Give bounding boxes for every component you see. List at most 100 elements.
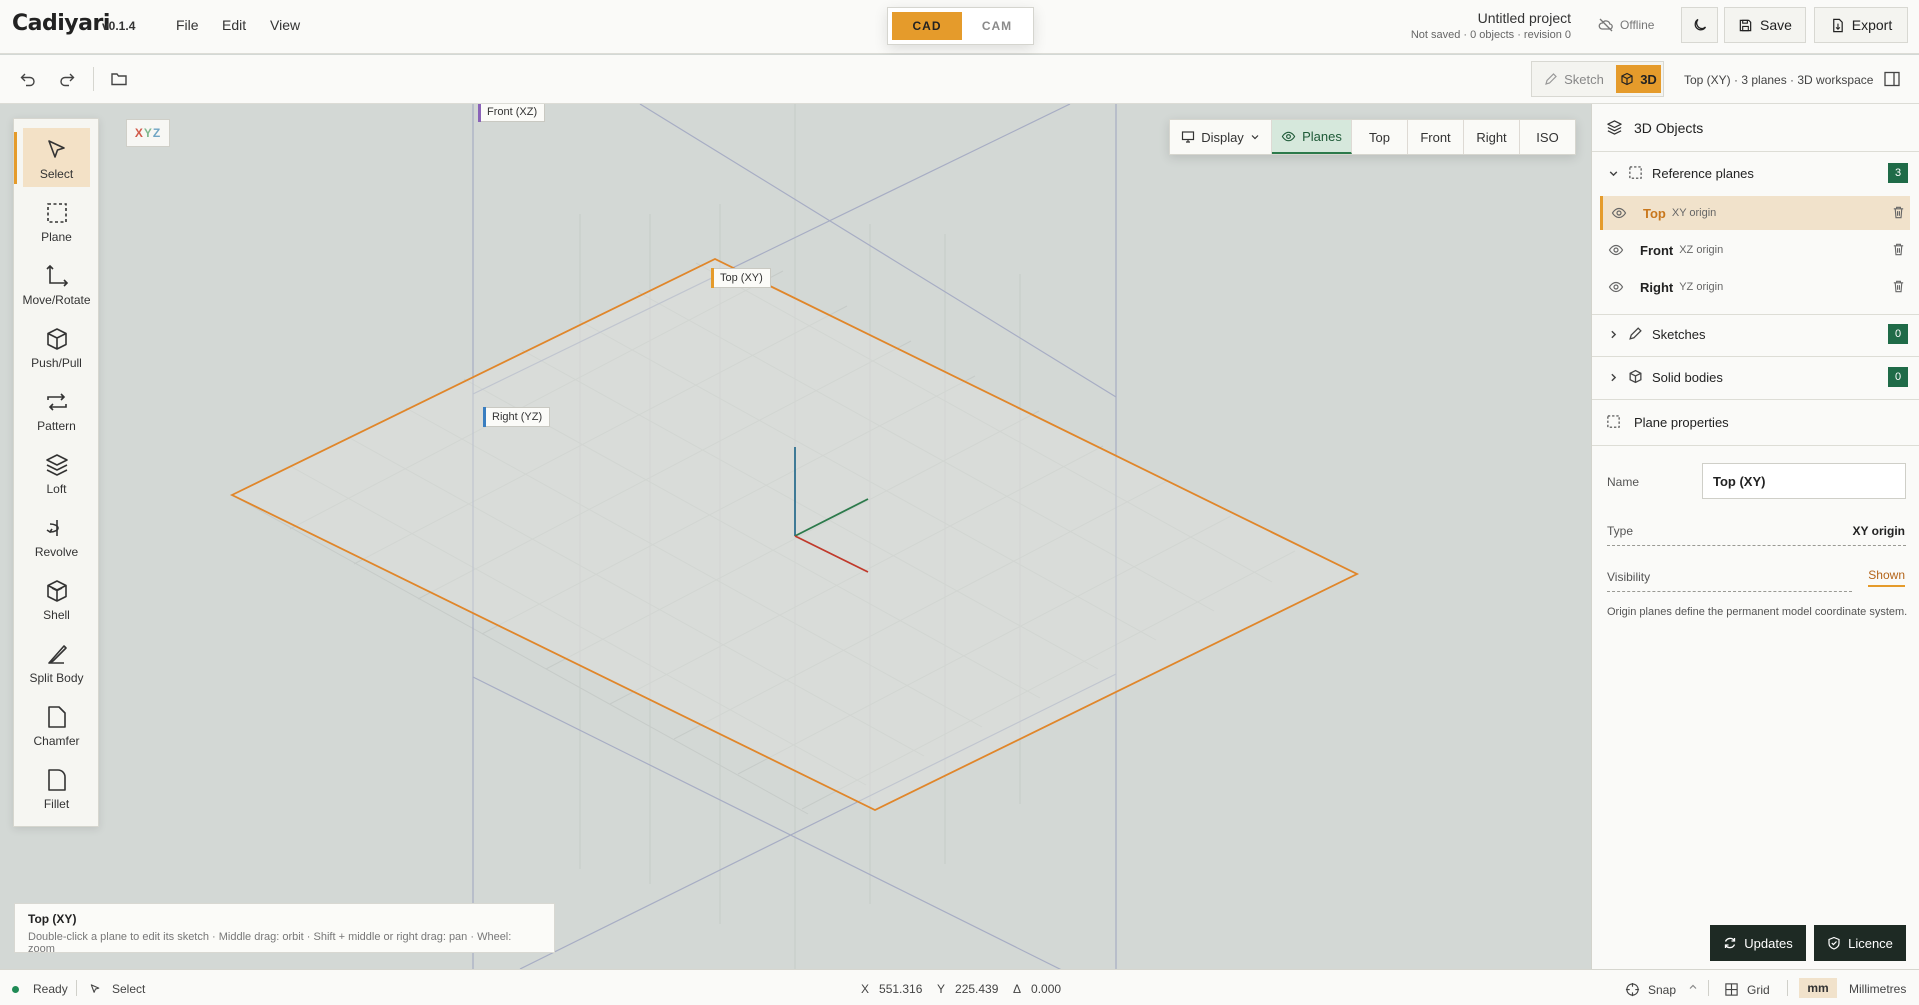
updates-label: Updates	[1744, 935, 1793, 951]
sketch-mode-button[interactable]: Sketch	[1535, 65, 1613, 93]
undo-button[interactable]	[18, 69, 38, 89]
tool-pattern[interactable]: Pattern	[23, 380, 90, 439]
eye-icon[interactable]	[1608, 242, 1624, 258]
mode-cad-button[interactable]: CAD	[892, 12, 962, 40]
threed-mode-label: 3D	[1640, 71, 1657, 87]
plane-row-top[interactable]: Top XY origin	[1600, 196, 1910, 230]
mode-cam-button[interactable]: CAM	[966, 12, 1028, 40]
sketches-header[interactable]: Sketches 0	[1592, 322, 1919, 346]
tool-loft[interactable]: Loft	[23, 443, 90, 502]
plane-tag-top[interactable]: Top (XY)	[711, 268, 771, 288]
tool-label: Pattern	[37, 419, 76, 433]
tool-revolve[interactable]: Revolve	[23, 506, 90, 565]
export-label: Export	[1851, 17, 1893, 33]
type-divider	[1607, 545, 1906, 546]
status-tool-label: Select	[112, 982, 146, 996]
plane-name: Top	[1643, 205, 1666, 221]
trash-icon[interactable]	[1891, 242, 1906, 257]
view-right-button[interactable]: Right	[1464, 120, 1520, 154]
undo-icon	[20, 73, 35, 87]
view-iso-button[interactable]: ISO	[1520, 120, 1575, 154]
menu-edit[interactable]: Edit	[222, 17, 246, 33]
axis-orientation-badge[interactable]: X Y Z	[126, 119, 170, 147]
target-icon	[1625, 982, 1640, 997]
tool-shell[interactable]: Shell	[23, 569, 90, 628]
plane-tag-front[interactable]: Front (XZ)	[478, 104, 546, 122]
solid-bodies-header[interactable]: Solid bodies 0	[1592, 365, 1919, 389]
pencil-icon	[1629, 327, 1642, 340]
licence-button[interactable]: Licence	[1814, 925, 1906, 961]
workspace-info: Top (XY) · 3 planes · 3D workspace	[1684, 73, 1874, 87]
redo-button[interactable]	[57, 69, 77, 89]
display-dropdown[interactable]: Display	[1170, 120, 1272, 154]
tool-label: Move/Rotate	[22, 293, 91, 307]
tool-label: Revolve	[34, 545, 79, 559]
panel-toggle-icon	[1884, 71, 1900, 87]
trash-icon[interactable]	[1891, 205, 1906, 220]
tool-plane[interactable]: Plane	[23, 191, 90, 250]
view-front-button[interactable]: Front	[1408, 120, 1464, 154]
tool-label: Shell	[43, 608, 70, 622]
plane-description: Origin planes define the permanent model…	[1607, 606, 1908, 618]
menu-view[interactable]: View	[270, 17, 300, 33]
plane-name: Right	[1640, 279, 1674, 295]
plane-row-front[interactable]: Front XZ origin	[1600, 233, 1910, 267]
toggle-panel-button[interactable]	[1883, 70, 1901, 88]
planes-toggle-button[interactable]: Planes	[1272, 120, 1352, 154]
shell-icon	[46, 580, 67, 602]
plane-properties-header: Plane properties	[1592, 410, 1919, 434]
tool-select[interactable]: Select	[14, 128, 90, 187]
y-label: Y	[937, 982, 946, 996]
project-status: Not saved · 0 objects · revision 0	[1410, 29, 1571, 41]
tool-split-body[interactable]: Split Body	[23, 632, 90, 691]
status-divider	[1787, 980, 1788, 996]
delta-value: 0.000	[1031, 982, 1062, 996]
status-ready: Ready	[12, 982, 68, 996]
tool-fillet[interactable]: Fillet	[23, 758, 90, 817]
menu-file[interactable]: File	[176, 17, 199, 33]
chevron-right-icon	[1611, 330, 1617, 339]
snap-options-button[interactable]	[1688, 982, 1698, 992]
plane-icon	[1607, 415, 1620, 428]
theme-toggle-button[interactable]	[1681, 7, 1718, 43]
mode-switch: CAD CAM	[887, 7, 1034, 45]
y-value: 225.439	[955, 982, 999, 996]
tool-push-pull[interactable]: Push/Pull	[23, 317, 90, 376]
axis-badge-x: X	[134, 126, 144, 140]
open-folder-button[interactable]	[109, 69, 129, 89]
sketches-count: 0	[1888, 324, 1908, 344]
eye-icon[interactable]	[1611, 205, 1627, 221]
threed-mode-button[interactable]: 3D	[1616, 65, 1661, 93]
plane-name-input[interactable]	[1702, 463, 1906, 499]
layers-icon	[1607, 120, 1622, 135]
3d-viewport[interactable]: X Y Z Front (XZ) Top (XY) Right (YZ)	[0, 104, 1591, 969]
grid-toggle[interactable]: Grid	[1724, 982, 1770, 997]
visibility-toggle[interactable]: Shown	[1868, 568, 1905, 587]
moon-icon	[1694, 18, 1706, 31]
tool-chamfer[interactable]: Chamfer	[23, 695, 90, 754]
revolve-icon	[46, 520, 59, 536]
export-button[interactable]: Export	[1814, 7, 1908, 43]
save-label: Save	[1760, 17, 1792, 33]
eye-icon[interactable]	[1608, 279, 1624, 295]
snap-toggle[interactable]: Snap	[1625, 982, 1676, 997]
sketch-3d-switch: Sketch 3D	[1531, 61, 1664, 97]
view-top-button[interactable]: Top	[1352, 120, 1408, 154]
plane-row-right[interactable]: Right YZ origin	[1600, 270, 1910, 304]
plane-tag-right[interactable]: Right (YZ)	[483, 407, 551, 427]
redo-icon	[60, 73, 75, 87]
visibility-divider	[1607, 591, 1852, 592]
trash-icon[interactable]	[1891, 279, 1906, 294]
tool-move-rotate[interactable]: Move/Rotate	[22, 254, 91, 313]
refresh-icon	[1725, 937, 1736, 949]
axis-badge-z: Z	[152, 126, 162, 140]
chevron-down-icon	[1609, 171, 1618, 177]
save-button[interactable]: Save	[1724, 7, 1806, 43]
updates-button[interactable]: Updates	[1710, 925, 1806, 961]
tool-label: Split Body	[29, 671, 84, 685]
reference-planes-count: 3	[1888, 163, 1908, 183]
cursor-y: Y 225.439	[937, 982, 998, 996]
unit-selector[interactable]: mm	[1799, 978, 1837, 998]
solid-bodies-count: 0	[1888, 367, 1908, 387]
reference-planes-header[interactable]: Reference planes 3	[1592, 161, 1919, 185]
